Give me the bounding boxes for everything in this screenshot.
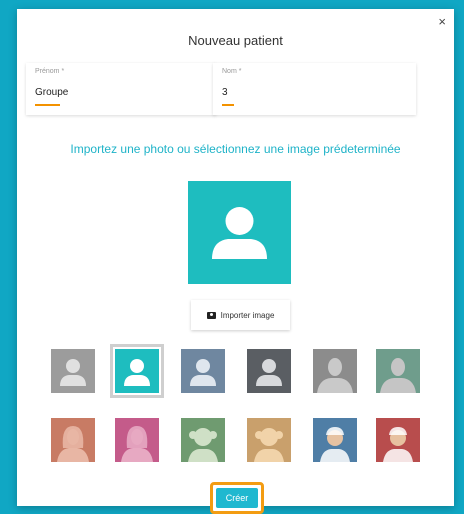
import-image-button[interactable]: Importer image: [191, 300, 290, 330]
nom-label: Nom *: [222, 68, 242, 75]
avatar-option-2[interactable]: [110, 344, 164, 398]
prenom-underline: [35, 104, 60, 106]
woman-avatar-icon: [57, 426, 89, 462]
boy-avatar-icon: [383, 427, 413, 462]
avatar-option-11[interactable]: [313, 418, 357, 462]
generic-person-icon: [60, 359, 86, 386]
new-patient-modal: × Nouveau patient Prénom * Groupe Nom * …: [17, 9, 454, 514]
avatar-option-7[interactable]: [51, 418, 95, 462]
avatar-option-5[interactable]: [313, 349, 357, 393]
generic-person-icon: [256, 359, 282, 386]
generic-person-icon: [190, 359, 216, 386]
man-avatar-icon: [317, 358, 353, 393]
prenom-label: Prénom *: [35, 68, 65, 75]
avatar-grid: [51, 344, 431, 464]
avatar-option-3[interactable]: [181, 349, 225, 393]
boy-avatar-icon: [320, 427, 350, 462]
avatar-option-10[interactable]: [247, 418, 291, 462]
create-button[interactable]: Créer: [210, 482, 264, 514]
avatar-option-6[interactable]: [376, 349, 420, 393]
selected-avatar-preview: [188, 181, 291, 284]
import-image-label: Importer image: [220, 310, 275, 320]
modal-title: Nouveau patient: [188, 33, 283, 48]
avatar-option-8[interactable]: [115, 418, 159, 462]
avatar-option-1[interactable]: [51, 349, 95, 393]
photo-heading: Importez une photo ou sélectionnez une i…: [70, 142, 401, 156]
woman-avatar-icon: [121, 426, 153, 462]
nom-underline: [222, 104, 234, 106]
man-avatar-icon: [380, 358, 416, 393]
generic-person-icon: [124, 359, 150, 386]
camera-icon: [206, 311, 216, 319]
girl-avatar-icon: [188, 428, 218, 462]
nom-input[interactable]: 3: [222, 87, 228, 98]
avatar-option-9[interactable]: [181, 418, 225, 462]
prenom-field[interactable]: Prénom * Groupe: [26, 63, 216, 115]
close-icon[interactable]: ×: [438, 15, 446, 29]
create-button-label: Créer: [216, 488, 258, 508]
avatar-option-12[interactable]: [376, 418, 420, 462]
nom-field[interactable]: Nom * 3: [213, 63, 416, 115]
person-icon: [212, 207, 267, 259]
girl-avatar-icon: [254, 428, 284, 462]
avatar-option-4[interactable]: [247, 349, 291, 393]
prenom-input[interactable]: Groupe: [35, 87, 68, 98]
